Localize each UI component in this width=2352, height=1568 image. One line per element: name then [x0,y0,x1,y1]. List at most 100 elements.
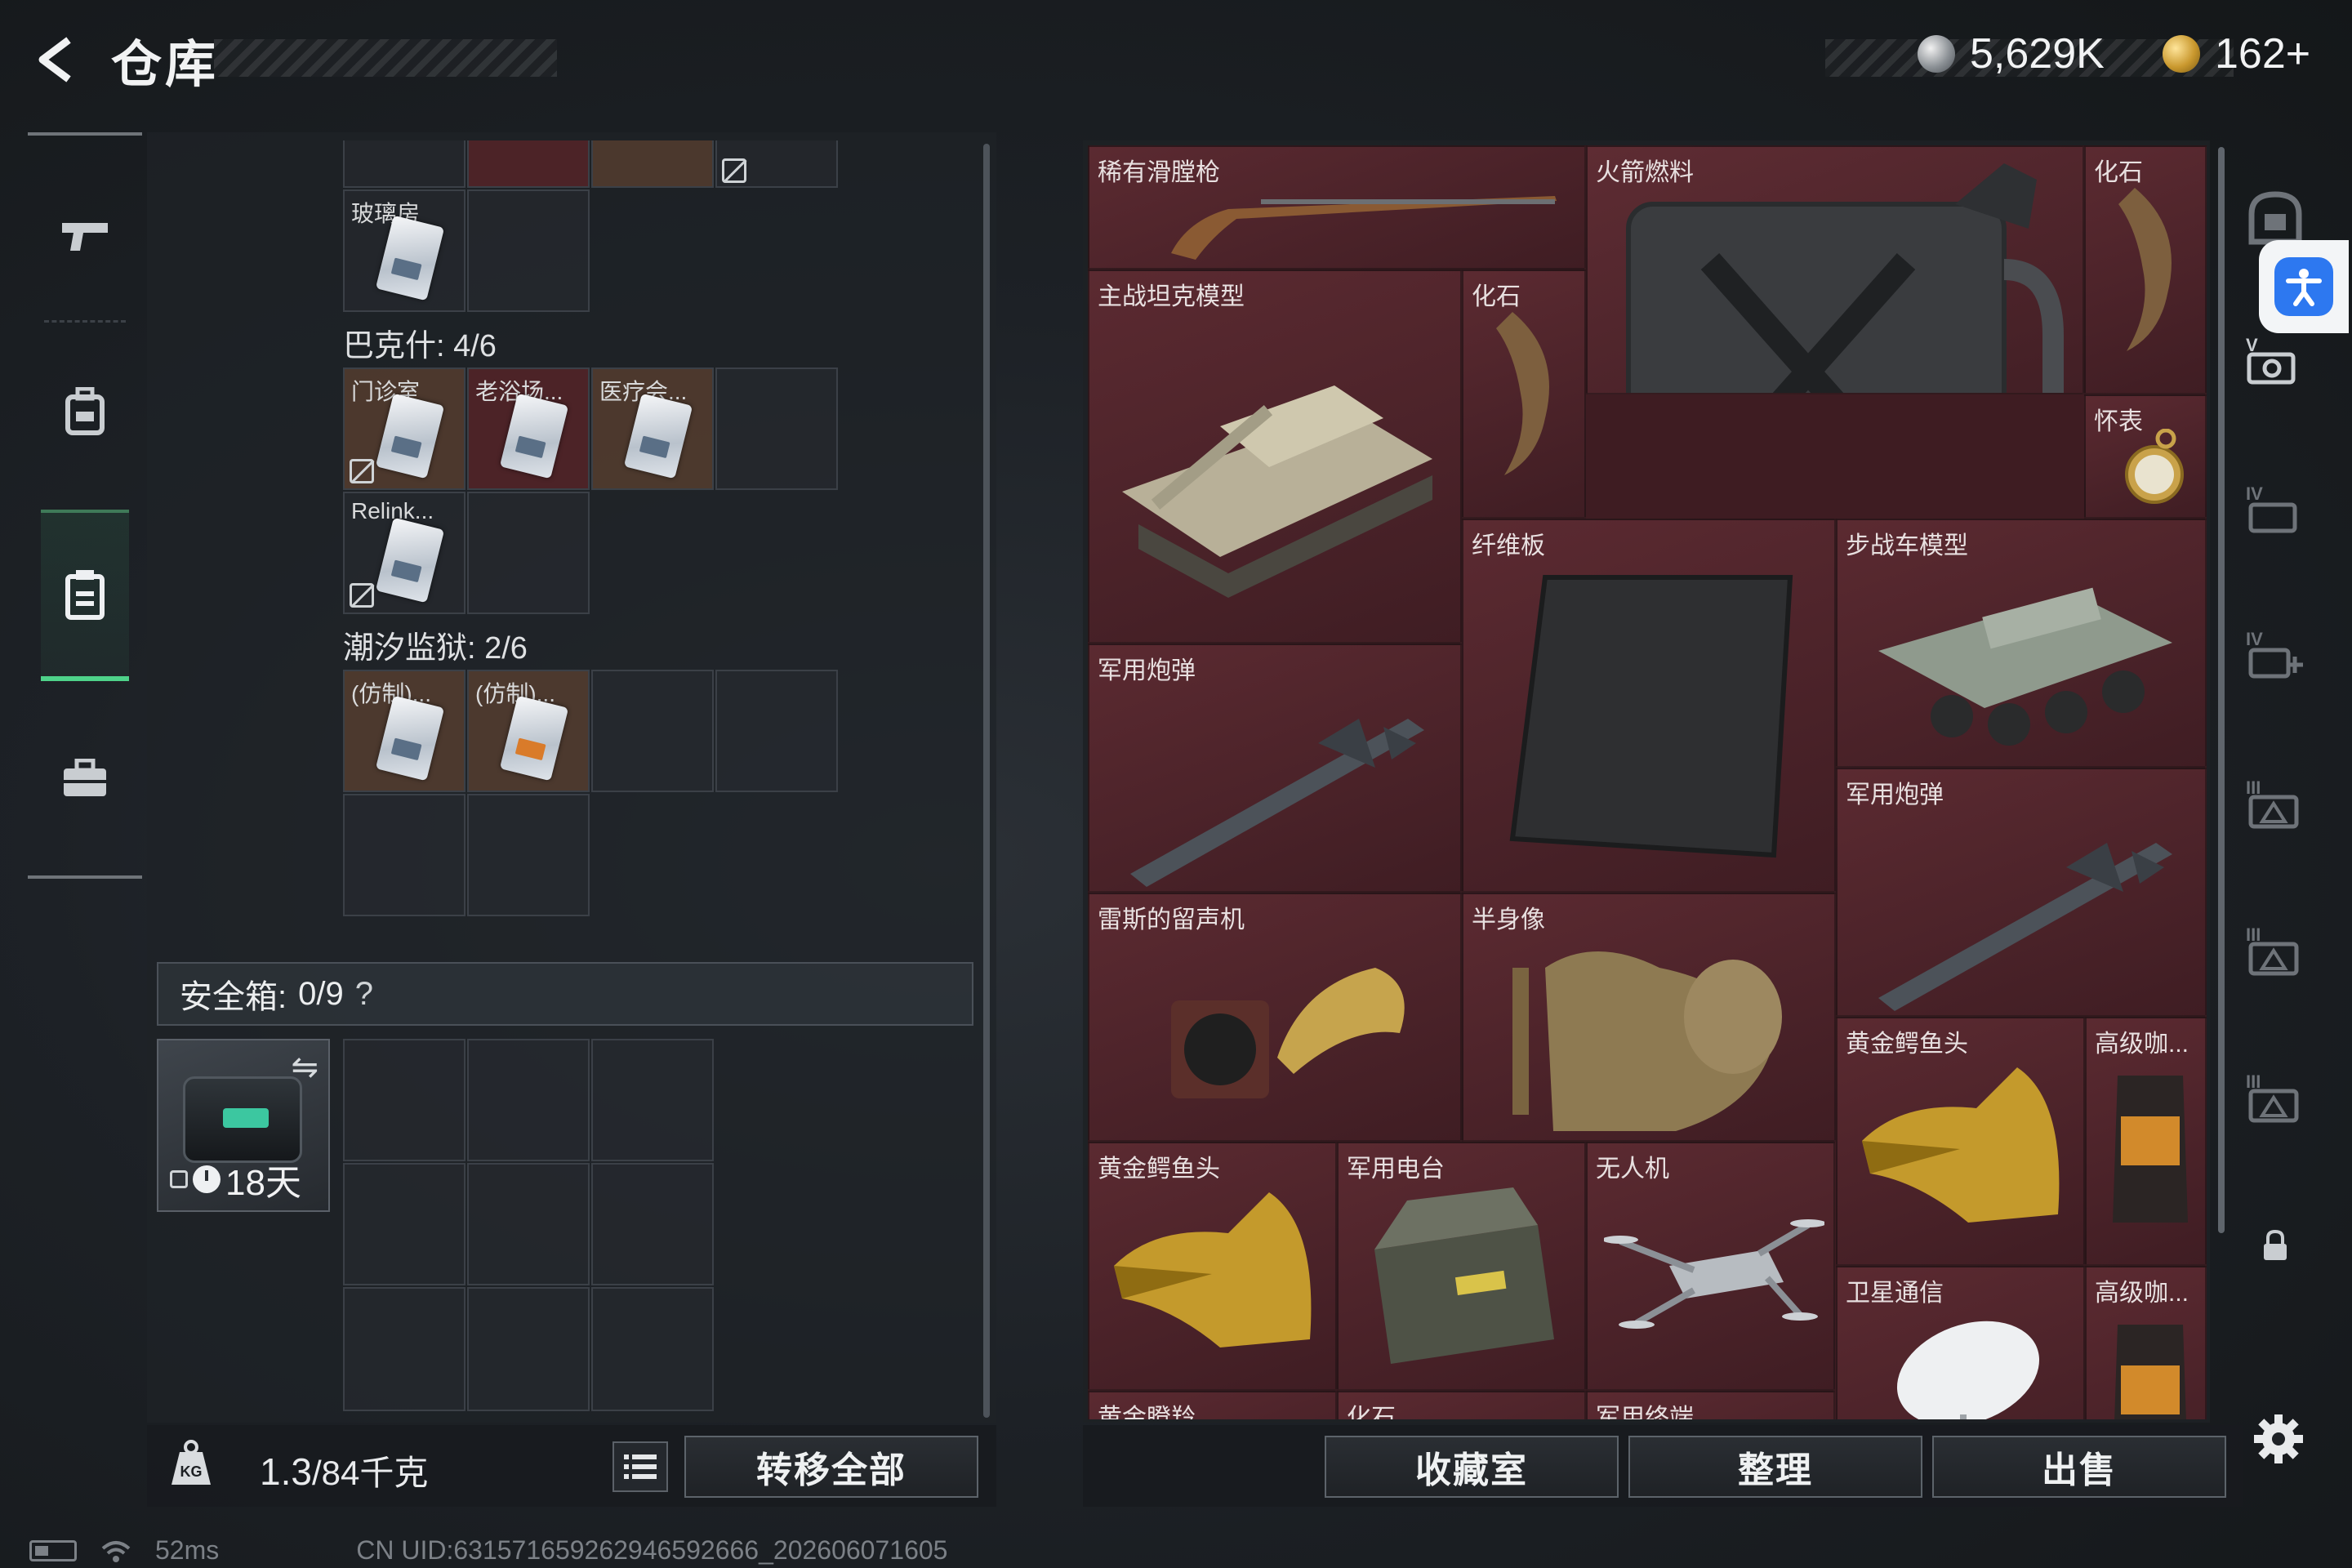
item-label: 雷斯的留声机 [1098,906,1245,933]
item-cell[interactable]: 军用终端 [1586,1391,1835,1419]
item-cell[interactable]: 军用炮弹 [1088,644,1462,893]
pocket-watch-icon [2125,429,2184,504]
left-scrollbar[interactable] [983,144,990,1418]
transfer-all-button[interactable]: 转移全部 [684,1436,978,1498]
nav-cases[interactable] [41,697,129,861]
item-cell[interactable]: 火箭燃料 [1586,145,2084,394]
safe-slot[interactable] [591,1039,714,1161]
item-cell[interactable]: 化石 [2084,145,2207,394]
item-cell[interactable]: 怀表 [2084,394,2207,519]
tier-iv-tab[interactable]: IV [2243,474,2308,547]
item-cell[interactable]: 黄金瞪羚 [1088,1391,1337,1419]
item-cell[interactable]: 卫星通信 [1836,1266,2085,1419]
svg-text:IV: IV [2246,483,2263,504]
item-cell[interactable]: 半身像 [1462,893,1836,1142]
item-label: 卫星通信 [1846,1280,1944,1307]
keycard-slot-empty[interactable] [467,189,590,312]
keycard-slot-empty[interactable] [467,492,590,614]
tier-v-tab[interactable]: V [2243,325,2308,399]
lock-icon [2264,1229,2287,1260]
keycard-slot-empty[interactable] [343,794,466,916]
svg-text:IV: IV [2246,629,2263,649]
tier-iii-tab[interactable]: III [2243,915,2308,988]
locked-tab[interactable] [2243,1209,2308,1282]
left-nav [28,132,142,879]
keycard-icon [375,517,445,604]
accessibility-button[interactable] [2259,240,2349,333]
keycard-slot[interactable]: 玻璃房 [343,189,466,312]
keycard-slot-empty[interactable] [715,670,838,792]
safe-slot[interactable] [467,1163,590,1285]
keycard-slot[interactable] [467,140,590,188]
help-icon[interactable]: ? [355,976,373,1013]
list-view-button[interactable] [612,1441,668,1492]
keycard-slot[interactable]: 门诊室 [343,368,466,490]
musket-icon [1171,196,1557,260]
keycard-slot[interactable]: (仿制)... [343,670,466,792]
safe-slot[interactable] [467,1287,590,1411]
item-cell[interactable]: 高级咖... [2085,1017,2207,1266]
storage-scrollbar[interactable] [2218,147,2225,1233]
organize-button[interactable]: 整理 [1628,1436,1922,1498]
item-cell[interactable]: 纤维板 [1462,519,1836,893]
safe-slot[interactable] [591,1287,714,1411]
keycard-slot[interactable]: 老浴场... [467,368,590,490]
item-cell[interactable]: 化石 [1462,270,1586,519]
gold-croc-head-icon [1862,1067,2060,1223]
keycard-slot-empty[interactable] [715,368,838,490]
safe-slot[interactable] [591,1163,714,1285]
item-cell[interactable]: 稀有滑膛枪 [1088,145,1586,270]
item-cell[interactable]: 高级咖... [2085,1266,2207,1419]
safe-slot[interactable] [467,1039,590,1161]
coffee-bag-icon [2114,1325,2186,1419]
item-cell[interactable]: 步战车模型 [1836,519,2207,768]
wifi-icon [101,1540,131,1562]
lock-icon [170,1170,188,1188]
radio-icon [1374,1187,1554,1364]
item-cell[interactable]: 黄金鳄鱼头 [1836,1017,2085,1266]
keycard-slot[interactable]: (仿制)... [467,670,590,792]
keycard-slot-empty[interactable] [591,670,714,792]
item-cell[interactable]: 黄金鳄鱼头 [1088,1142,1337,1391]
swap-icon[interactable]: ⇋ [291,1049,318,1086]
tier-iii-tab[interactable]: III [2243,1062,2308,1135]
nav-weapons[interactable] [41,154,129,317]
missile-icon [1130,719,1424,887]
page-title: 仓库 [111,37,220,93]
safe-slot[interactable] [343,1039,466,1161]
fossil-claw-icon [1496,312,1549,475]
item-cell[interactable]: 军用电台 [1337,1142,1586,1391]
safe-case-timer: 18天 [170,1153,301,1205]
battery-icon [29,1539,77,1561]
backpack-icon [65,387,105,435]
keycard-slot[interactable] [591,140,714,188]
sell-button[interactable]: 出售 [1932,1436,2226,1498]
tier-iv-plus-tab[interactable]: IV [2243,619,2308,693]
gold-currency[interactable]: 162+ [2163,29,2310,78]
collection-room-button[interactable]: 收藏室 [1325,1436,1619,1498]
svg-text:III: III [2246,777,2261,798]
item-cell[interactable]: 化石 [1337,1391,1586,1419]
nav-gear[interactable] [41,330,129,493]
keycard-slot-empty[interactable] [467,794,590,916]
gold-amount: 162+ [2215,30,2311,78]
tier-iii-tab[interactable]: III [2243,768,2308,841]
item-cell[interactable]: 无人机 [1586,1142,1835,1391]
safe-slot[interactable] [343,1287,466,1411]
nav-storage[interactable] [41,510,129,681]
keycard-slot[interactable] [715,140,838,188]
keycard-slot[interactable]: 医疗会... [591,368,714,490]
gold-croc-head-icon [1114,1192,1312,1348]
status-line: 52ms CN UID:631571659262946592666_202606… [29,1535,947,1566]
tier-iv-plus-icon: IV [2246,629,2303,679]
back-button[interactable] [24,31,90,88]
weight-readout: 1.3/84千克 [260,1446,428,1495]
item-cell[interactable]: 主战坦克模型 [1088,270,1462,644]
settings-button[interactable] [2246,1406,2311,1472]
item-cell[interactable]: 军用炮弹 [1836,768,2207,1017]
keycard-slot[interactable] [343,140,466,188]
item-cell[interactable]: 雷斯的留声机 [1088,893,1462,1142]
keycard-slot[interactable]: Relink... [343,492,466,614]
safe-case-item[interactable]: ⇋ 18天 [157,1039,330,1212]
safe-slot[interactable] [343,1163,466,1285]
